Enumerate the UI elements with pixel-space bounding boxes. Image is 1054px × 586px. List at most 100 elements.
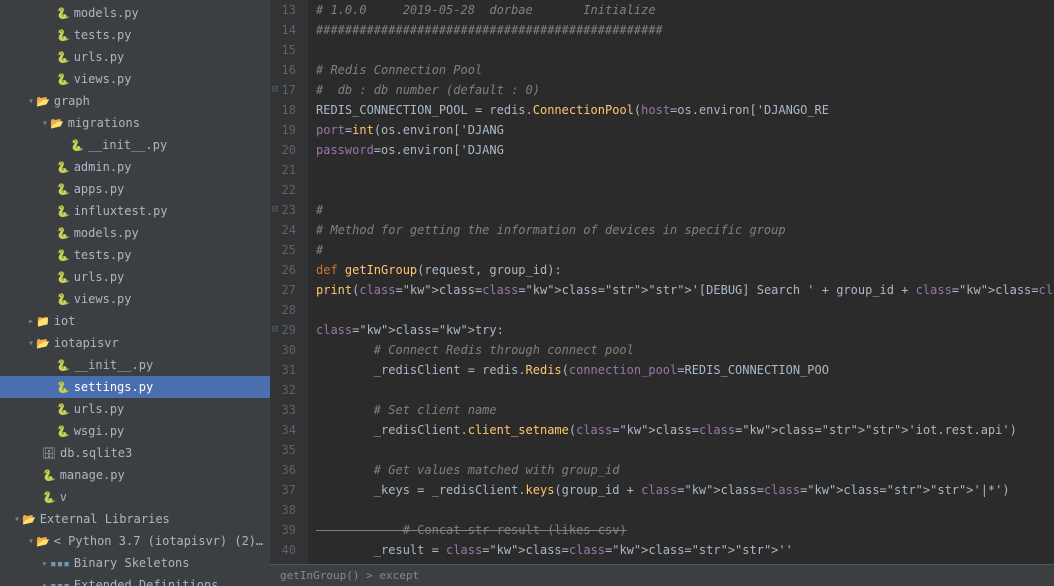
code-line-17: # db : db number (default : 0)	[316, 80, 1054, 100]
sidebar-item-label: graph	[54, 94, 270, 108]
chevron-down-icon: ▾	[28, 536, 34, 547]
sidebar-item-iotapisvr[interactable]: ▾📂iotapisvr	[0, 332, 270, 354]
line-number-39: 39	[270, 520, 302, 540]
sidebar-item-init-py-i[interactable]: 🐍 __init__.py	[0, 354, 270, 376]
sidebar-item-label: urls.py	[74, 270, 270, 284]
sidebar-item-label: influxtest.py	[74, 204, 270, 218]
code-line-34: _redisClient.client_setname(class="kw">c…	[316, 420, 1054, 440]
breadcrumb: getInGroup() > except	[280, 569, 419, 582]
file-tree[interactable]: 🐍models.py🐍tests.py🐍urls.py🐍views.py▾📂gr…	[0, 0, 270, 586]
sidebar-item-label: v	[60, 490, 270, 504]
code-line-19: port=int(os.environ['DJANG	[316, 120, 1054, 140]
file-icon: 🐍	[42, 491, 56, 504]
sidebar-item-settings-py[interactable]: 🐍settings.py	[0, 376, 270, 398]
fold-indicator[interactable]: ⊟	[272, 200, 278, 220]
line-number-19: 19	[270, 120, 302, 140]
chevron-down-icon: ▾	[42, 118, 48, 129]
sidebar-item-admin-py[interactable]: 🐍admin.py	[0, 156, 270, 178]
line-number-25: 25	[270, 240, 302, 260]
line-number-37: 37	[270, 480, 302, 500]
sidebar-item-label: urls.py	[74, 402, 270, 416]
sidebar-item-external-libs[interactable]: ▾📂External Libraries	[0, 508, 270, 530]
sidebar-item-label: apps.py	[74, 182, 270, 196]
file-icon: 🐍	[56, 161, 70, 174]
code-line-13: # 1.0.0 2019-05-28 dorbae Initialize	[316, 0, 1054, 20]
line-num-text: 20	[282, 140, 296, 160]
line-num-text: 24	[282, 220, 296, 240]
sidebar-item-graph[interactable]: ▾📂graph	[0, 90, 270, 112]
sidebar-item-models-py-1[interactable]: 🐍models.py	[0, 2, 270, 24]
sidebar-item-init-py-g[interactable]: 🐍__init__.py	[0, 134, 270, 156]
sidebar-item-v[interactable]: 🐍v	[0, 486, 270, 508]
line-num-text: 25	[282, 240, 296, 260]
chevron-down-icon: ▾	[28, 96, 34, 107]
code-line-37: _keys = _redisClient.keys(group_id + cla…	[316, 480, 1054, 500]
line-number-31: 31	[270, 360, 302, 380]
sidebar-item-models-py-2[interactable]: 🐍models.py	[0, 222, 270, 244]
sidebar-item-label: tests.py	[74, 248, 270, 262]
sidebar-item-migrations[interactable]: ▾📂migrations	[0, 112, 270, 134]
code-line-39: # Concat str result (likes csv)	[316, 520, 1054, 540]
sidebar-item-wsgi-py[interactable]: 🐍wsgi.py	[0, 420, 270, 442]
code-line-22	[316, 180, 1054, 200]
sidebar-item-label: < Python 3.7 (iotapisvr) (2) > /anaconda…	[54, 534, 270, 548]
sidebar-item-influxtest-py[interactable]: 🐍influxtest.py	[0, 200, 270, 222]
line-num-text: 14	[282, 20, 296, 40]
sidebar-item-manage-py[interactable]: 🐍manage.py	[0, 464, 270, 486]
code-editor: 13141516⊟171819202122⊟232425262728⊟29303…	[270, 0, 1054, 586]
sidebar-item-tests-py-1[interactable]: 🐍tests.py	[0, 24, 270, 46]
sidebar-item-views-py-2[interactable]: 🐍views.py	[0, 288, 270, 310]
sidebar-item-label: models.py	[74, 226, 270, 240]
line-numbers: 13141516⊟171819202122⊟232425262728⊟29303…	[270, 0, 308, 564]
sidebar-item-urls-py-3[interactable]: 🐍urls.py	[0, 398, 270, 420]
line-number-36: 36	[270, 460, 302, 480]
line-number-18: 18	[270, 100, 302, 120]
code-line-15	[316, 40, 1054, 60]
sidebar-item-urls-py-1[interactable]: 🐍urls.py	[0, 46, 270, 68]
sidebar-item-binary-skeletons[interactable]: ▸▪▪▪Binary Skeletons	[0, 552, 270, 574]
sidebar-item-urls-py-2[interactable]: 🐍 urls.py	[0, 266, 270, 288]
line-num-text: 34	[282, 420, 296, 440]
line-num-text: 28	[282, 300, 296, 320]
line-num-text: 21	[282, 160, 296, 180]
code-line-21	[316, 160, 1054, 180]
status-bar: getInGroup() > except	[270, 564, 1054, 586]
line-number-38: 38	[270, 500, 302, 520]
line-number-40: 40	[270, 540, 302, 560]
line-num-text: 39	[282, 520, 296, 540]
sidebar-item-db-sqlite3[interactable]: 🗄db.sqlite3	[0, 442, 270, 464]
line-number-14: 14	[270, 20, 302, 40]
fold-indicator[interactable]: ⊟	[272, 560, 278, 564]
line-number-28: 28	[270, 300, 302, 320]
line-num-text: 33	[282, 400, 296, 420]
line-num-text: 29	[282, 320, 296, 340]
file-icon: 🐍	[56, 359, 70, 372]
line-number-21: 21	[270, 160, 302, 180]
code-line-33: # Set client name	[316, 400, 1054, 420]
code-line-30: # Connect Redis through connect pool	[316, 340, 1054, 360]
line-number-32: 32	[270, 380, 302, 400]
line-num-text: 30	[282, 340, 296, 360]
line-num-text: 36	[282, 460, 296, 480]
file-icon: 🐍	[56, 425, 70, 438]
file-icon: 🐍	[56, 73, 70, 86]
line-number-26: 26	[270, 260, 302, 280]
fold-indicator[interactable]: ⊟	[272, 320, 278, 340]
line-num-text: 40	[282, 540, 296, 560]
file-icon: 🐍	[56, 271, 70, 284]
sidebar-item-iot[interactable]: ▸📁iot	[0, 310, 270, 332]
file-icon: 🐍	[56, 183, 70, 196]
sidebar-item-apps-py[interactable]: 🐍 apps.py	[0, 178, 270, 200]
sidebar-item-python37[interactable]: ▾📂< Python 3.7 (iotapisvr) (2) > /anacon…	[0, 530, 270, 552]
line-number-34: 34	[270, 420, 302, 440]
sidebar-item-label: __init__.py	[74, 358, 270, 372]
code-content: # 1.0.0 2019-05-28 dorbae Initialize####…	[308, 0, 1054, 564]
fold-indicator[interactable]: ⊟	[272, 80, 278, 100]
code-line-27: print(class="kw">class=class="kw">class=…	[316, 280, 1054, 300]
sidebar-item-tests-py-2[interactable]: 🐍tests.py	[0, 244, 270, 266]
chevron-down-icon: ▾	[28, 338, 34, 349]
sidebar-item-views-py-1[interactable]: 🐍views.py	[0, 68, 270, 90]
line-number-13: 13	[270, 0, 302, 20]
sidebar-item-extended-defs[interactable]: ▸▪▪▪Extended Definitions	[0, 574, 270, 586]
sidebar-item-label: iot	[54, 314, 270, 328]
